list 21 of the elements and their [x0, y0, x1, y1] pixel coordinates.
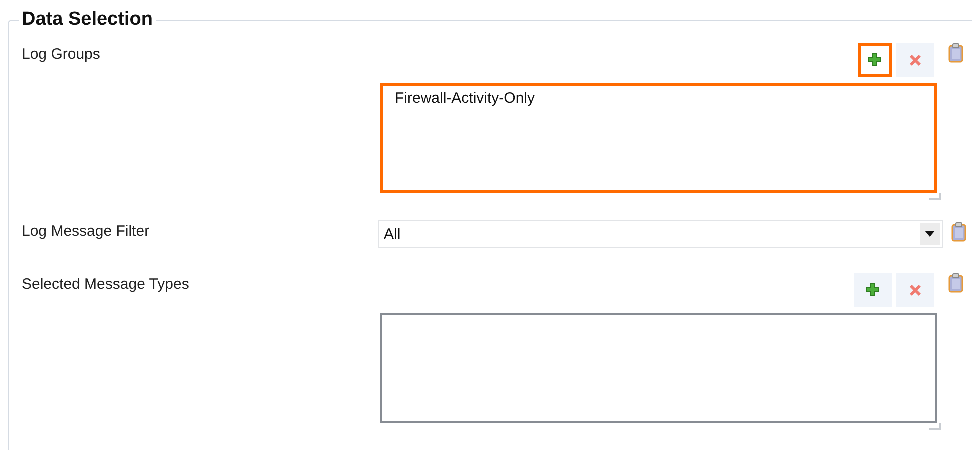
field-label: Selected Message Types — [22, 275, 190, 295]
filter-dropdown[interactable]: All — [378, 220, 943, 248]
resize-grip-icon[interactable] — [929, 423, 941, 430]
clipboard-icon[interactable] — [948, 43, 964, 63]
clipboard-icon[interactable] — [951, 222, 967, 242]
plus-icon — [868, 53, 882, 67]
plus-icon — [866, 283, 880, 297]
delete-icon — [908, 284, 922, 296]
field-label: Log Message Filter — [22, 222, 151, 242]
remove-button[interactable] — [896, 273, 934, 307]
dropdown-arrow-icon — [925, 231, 935, 237]
add-button[interactable] — [854, 273, 892, 307]
add-button[interactable] — [858, 43, 892, 77]
delete-icon — [908, 54, 922, 66]
resize-grip-icon[interactable] — [929, 193, 941, 200]
list-box[interactable] — [380, 313, 937, 423]
list-box[interactable]: Firewall-Activity-Only — [380, 83, 937, 193]
clipboard-icon[interactable] — [948, 273, 964, 293]
remove-button[interactable] — [896, 43, 934, 77]
list-item[interactable]: Firewall-Activity-Only — [395, 90, 922, 107]
field-label: Log Groups — [22, 45, 102, 65]
